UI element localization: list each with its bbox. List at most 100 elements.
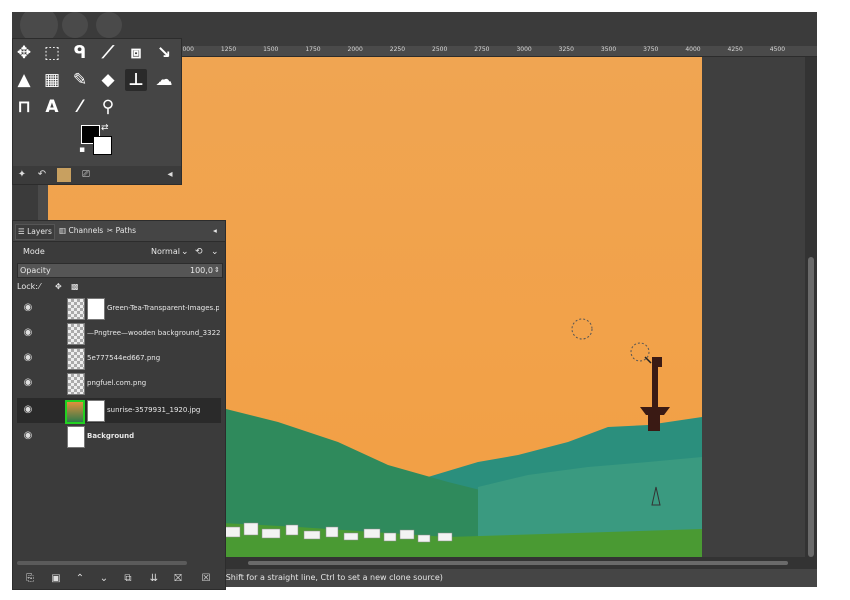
ruler-tick-label: 3000 [516, 46, 532, 53]
fuzzy-select-tool-icon[interactable]: ⟋ [97, 42, 119, 64]
layer-thumbnail [67, 298, 85, 320]
lower-layer-icon[interactable]: ⌄ [97, 572, 111, 586]
configure-tab-icon[interactable]: ◂ [163, 168, 177, 182]
device-status-icon[interactable]: ⎚ [79, 168, 93, 182]
layer-name[interactable]: pngfuel.com.png [87, 371, 217, 396]
eraser-tool-icon[interactable]: ◆ [97, 69, 119, 91]
transform-tool-icon[interactable]: ↘ [153, 42, 175, 64]
toolbox-dock-tabs: ✦ ↶ ⎚ ◂ [13, 166, 181, 184]
opacity-field[interactable]: Opacity 100,0 ⇕ [17, 263, 223, 278]
horizontal-scrollbar-thumb[interactable] [248, 561, 788, 565]
layer-mask-thumbnail [87, 298, 105, 320]
visibility-eye-icon[interactable]: ◉ [21, 352, 35, 364]
new-group-icon[interactable]: ▣ [49, 572, 63, 586]
layer-row[interactable]: ◉ Green-Tea-Transparent-Images.png [17, 296, 221, 321]
ruler-tick-label: 3750 [643, 46, 659, 53]
background-color-swatch[interactable] [93, 136, 112, 155]
layer-thumbnail [67, 323, 85, 345]
ruler-tick-label: 2500 [432, 46, 448, 53]
smudge-tool-icon[interactable]: ☁ [153, 69, 175, 91]
lock-position-icon[interactable]: ✥ [55, 280, 62, 294]
mode-dropdown-icon[interactable]: ⌄ [181, 245, 189, 259]
raise-layer-icon[interactable]: ⌃ [73, 572, 87, 586]
free-select-tool-icon[interactable]: ᑫ [69, 42, 91, 64]
lock-label: Lock: [17, 282, 38, 291]
crop-tool-icon[interactable]: ⧈ [125, 42, 147, 64]
layer-name[interactable]: 5e777544ed667.png [87, 346, 217, 371]
visibility-eye-icon[interactable]: ◉ [21, 404, 35, 416]
lock-pixels-icon[interactable]: ⁄ [39, 280, 40, 294]
layer-thumbnail [67, 348, 85, 370]
clone-tool-icon[interactable]: ⊥ [125, 69, 147, 91]
merge-down-icon[interactable]: ⇊ [147, 572, 161, 586]
tab-paths-label: Paths [115, 226, 137, 235]
layer-row[interactable]: ◉ pngfuel.com.png [17, 371, 221, 396]
color-picker-tool-icon[interactable]: ⁄ [69, 96, 91, 118]
visibility-eye-icon[interactable]: ◉ [21, 327, 35, 339]
ruler-tick-label: 2750 [474, 46, 490, 53]
swap-colors-icon[interactable]: ⇄ [101, 123, 109, 133]
layer-row[interactable]: ◉ —Pngtree—wooden background_332235 [17, 321, 221, 346]
ruler-tick-label: 1750 [305, 46, 321, 53]
images-icon[interactable] [57, 168, 71, 182]
layer-thumbnail [65, 400, 85, 424]
duplicate-layer-icon[interactable]: ⧉ [121, 572, 135, 586]
text-tool-icon[interactable]: A [41, 96, 63, 118]
vertical-scrollbar[interactable] [805, 57, 817, 569]
opacity-value[interactable]: 100,0 [190, 264, 213, 277]
opacity-stepper-icon[interactable]: ⇕ [214, 264, 220, 277]
mode-label: Mode [23, 247, 45, 256]
layer-name[interactable]: Green-Tea-Transparent-Images.png [107, 296, 219, 321]
rect-select-tool-icon[interactable]: ⬚ [41, 42, 63, 64]
undo-history-icon[interactable]: ↶ [35, 168, 49, 182]
lock-alpha-icon[interactable]: ▩ [71, 280, 79, 294]
dock-tabs: ☰ Layers ▥ Channels ✂ Paths ◂ [13, 221, 225, 242]
layer-thumbnail [67, 426, 85, 448]
layer-row[interactable]: ◉ 5e777544ed667.png [17, 346, 221, 371]
ruler-tick-label: 3500 [600, 46, 617, 53]
gradient-tool-icon[interactable]: ▦ [41, 69, 63, 91]
layer-name[interactable]: —Pngtree—wooden background_332235 [87, 321, 221, 346]
ruler-tick-label: 2000 [347, 46, 363, 53]
layers-dock: ☰ Layers ▥ Channels ✂ Paths ◂ Mode Norma… [12, 220, 226, 590]
vertical-scrollbar-thumb[interactable] [808, 257, 814, 557]
composite-dropdown-icon[interactable]: ⌄ [211, 245, 219, 259]
status-message: try Shift for a straight line, Ctrl to s… [212, 573, 443, 582]
tab-channels[interactable]: ▥ Channels [57, 224, 105, 238]
tab-layers-label: Layers [27, 227, 52, 236]
layer-row-selected[interactable]: ◉ sunrise-3579931_1920.jpg [17, 398, 221, 424]
ruler-tick-label: 4500 [769, 46, 786, 53]
layer-name[interactable]: sunrise-3579931_1920.jpg [107, 398, 219, 423]
opacity-label: Opacity [20, 266, 51, 275]
tab-paths[interactable]: ✂ Paths [105, 224, 138, 238]
visibility-eye-icon[interactable]: ◉ [21, 302, 35, 314]
add-mask-icon[interactable]: ⛝ [171, 572, 185, 586]
tab-layers[interactable]: ☰ Layers [15, 224, 55, 240]
visibility-eye-icon[interactable]: ◉ [21, 377, 35, 389]
layer-thumbnail [67, 373, 85, 395]
move-tool-icon[interactable]: ✥ [13, 42, 35, 64]
delete-layer-icon[interactable]: ☒ [199, 572, 213, 586]
layer-name[interactable]: Background [87, 424, 217, 449]
new-layer-icon[interactable]: ⎘ [23, 572, 37, 586]
mode-row: Mode Normal ⌄ ⟲ ⌄ [17, 245, 221, 259]
reset-colors-icon[interactable]: ▪ [79, 145, 85, 155]
canvas-padding [702, 57, 805, 557]
configure-tab-icon[interactable]: ◂ [211, 224, 219, 238]
tool-options-icon[interactable]: ✦ [15, 168, 29, 182]
ruler-tick-label: 4250 [727, 46, 743, 53]
layer-row[interactable]: ◉ Background [17, 424, 221, 449]
visibility-eye-icon[interactable]: ◉ [21, 430, 35, 442]
layers-scrollbar[interactable] [17, 561, 187, 565]
tab-channels-label: Channels [68, 226, 104, 235]
paintbrush-tool-icon[interactable]: ✎ [69, 69, 91, 91]
ruler-tick-label: 1250 [220, 46, 237, 53]
bucket-fill-tool-icon[interactable]: ▲ [13, 69, 35, 91]
layers-action-bar: ⎘ ▣ ⌃ ⌄ ⧉ ⇊ ⛝ ☒ [13, 569, 225, 589]
lock-row: Lock: ⁄ ✥ ▩ [17, 280, 221, 294]
layer-mask-thumbnail [87, 400, 105, 422]
mode-select[interactable]: Normal [151, 245, 180, 259]
paths-tool-icon[interactable]: ⊓ [13, 96, 35, 118]
zoom-tool-icon[interactable]: ⚲ [97, 96, 119, 118]
composite-icon[interactable]: ⟲ [195, 245, 203, 259]
